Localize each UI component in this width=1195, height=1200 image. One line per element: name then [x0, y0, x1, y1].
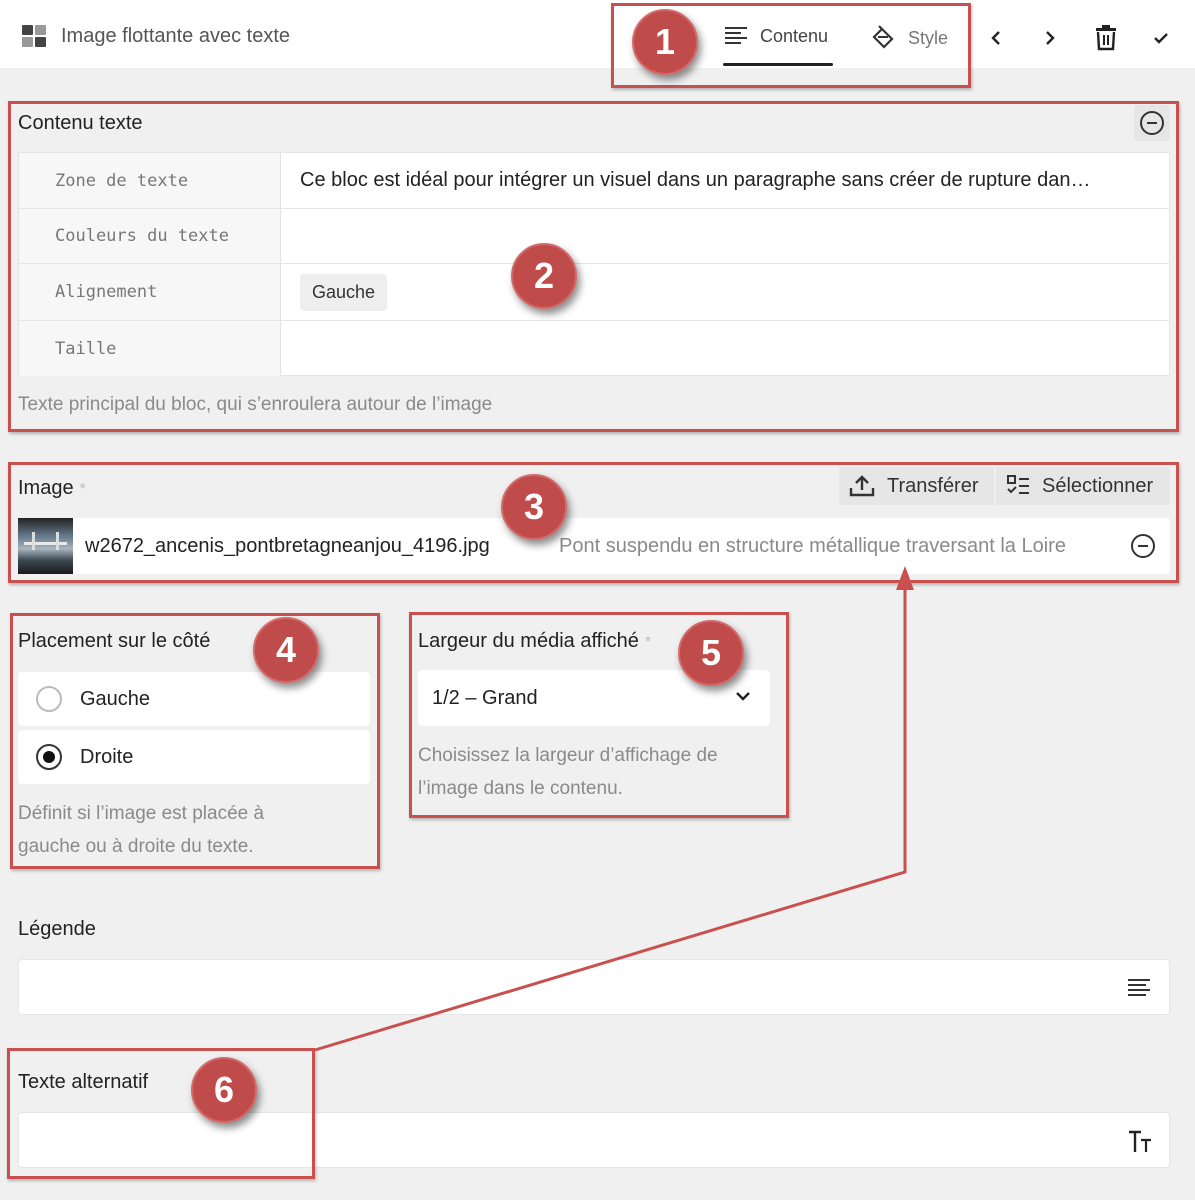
- row-key: Couleurs du texte: [19, 209, 281, 263]
- media-width-help: Choisissez la largeur d’affichage de l’i…: [418, 739, 718, 805]
- required-marker: *: [79, 481, 86, 498]
- paint-bucket-icon: [872, 25, 894, 49]
- table-row[interactable]: Zone de texte Ce bloc est idéal pour int…: [19, 153, 1169, 209]
- blocks-grid-icon: [22, 25, 48, 49]
- row-value[interactable]: [282, 321, 1169, 376]
- row-key: Zone de texte: [19, 153, 281, 208]
- text-format-icon[interactable]: [1127, 1129, 1153, 1155]
- align-left-icon[interactable]: [1127, 976, 1151, 1000]
- help-line: Choisissez la largeur d’affichage de: [418, 745, 718, 766]
- annotation-badge-2: 2: [511, 243, 577, 309]
- minus-circle-icon: [1140, 111, 1164, 135]
- annotation-badge-1: 1: [632, 9, 698, 75]
- table-row[interactable]: Couleurs du texte: [19, 209, 1169, 264]
- radio-option-gauche[interactable]: Gauche: [18, 672, 370, 726]
- media-width-label: Largeur du média affiché *: [418, 630, 651, 653]
- image-section-label: Image *: [18, 477, 86, 500]
- image-item[interactable]: w2672_ancenis_pontbretagneanjou_4196.jpg…: [18, 518, 1170, 574]
- row-value[interactable]: Ce bloc est idéal pour intégrer un visue…: [282, 153, 1169, 208]
- help-line: Définit si l’image est placée à: [18, 803, 265, 824]
- tab-contenu[interactable]: Contenu: [724, 25, 828, 47]
- block-toolbar: Image flottante avec texte Contenu Style: [0, 0, 1195, 68]
- radio-checked-icon[interactable]: [36, 744, 62, 770]
- image-label-text: Image: [18, 477, 74, 499]
- chevron-down-icon: [736, 692, 750, 701]
- upload-icon: [849, 475, 875, 497]
- annotation-badge-3: 3: [501, 474, 567, 540]
- tab-contenu-label: Contenu: [760, 25, 829, 46]
- chevron-right-icon: [1046, 31, 1055, 45]
- help-line: gauche ou à droite du texte.: [18, 836, 254, 857]
- check-icon: [1154, 33, 1168, 44]
- text-properties-table: Zone de texte Ce bloc est idéal pour int…: [18, 152, 1170, 376]
- required-marker: *: [644, 634, 652, 651]
- annotation-badge-5: 5: [678, 620, 744, 686]
- alt-text-label: Texte alternatif: [18, 1071, 149, 1093]
- delete-button[interactable]: [1090, 22, 1122, 54]
- select-media-label: Sélectionner: [1042, 474, 1154, 497]
- alt-text-field[interactable]: [18, 1112, 1170, 1168]
- alignment-pill[interactable]: Gauche: [300, 273, 388, 311]
- select-media-button[interactable]: Sélectionner: [996, 467, 1170, 505]
- tab-style-label: Style: [908, 27, 949, 48]
- media-width-label-text: Largeur du média affiché: [418, 630, 639, 652]
- upload-button[interactable]: Transférer: [839, 467, 994, 505]
- radio-unchecked-icon[interactable]: [36, 686, 62, 712]
- row-key: Alignement: [19, 264, 281, 320]
- previous-button[interactable]: [980, 22, 1012, 54]
- align-left-icon: [725, 27, 747, 44]
- minus-circle-icon: [1131, 534, 1155, 558]
- text-section-help: Texte principal du bloc, qui s’enroulera…: [18, 394, 493, 415]
- placement-help: Définit si l’image est placée à gauche o…: [18, 797, 264, 863]
- tab-style[interactable]: Style: [870, 25, 948, 51]
- help-line: l’image dans le contenu.: [418, 778, 623, 799]
- image-filename: w2672_ancenis_pontbretagneanjou_4196.jpg: [85, 535, 490, 557]
- table-row[interactable]: Taille: [19, 321, 1169, 376]
- chevron-left-icon: [991, 31, 1000, 45]
- upload-label: Transférer: [887, 474, 979, 497]
- annotation-badge-6: 6: [191, 1057, 257, 1123]
- active-tab-indicator: [723, 63, 833, 66]
- image-description: Pont suspendu en structure métallique tr…: [559, 535, 1066, 557]
- table-row[interactable]: Alignement Gauche: [19, 264, 1169, 321]
- remove-image-button[interactable]: [1131, 534, 1155, 558]
- annotation-badge-4: 4: [253, 617, 319, 683]
- row-key: Taille: [19, 321, 281, 376]
- placement-label: Placement sur le côté: [18, 630, 211, 652]
- image-thumbnail: [18, 518, 73, 574]
- caption-field[interactable]: [18, 959, 1170, 1015]
- radio-label: Gauche: [80, 687, 151, 710]
- checklist-icon: [1007, 475, 1029, 494]
- text-section-label: Contenu texte: [18, 112, 143, 134]
- row-value[interactable]: Gauche: [282, 264, 1169, 320]
- row-value[interactable]: [282, 209, 1169, 263]
- block-title: Image flottante avec texte: [61, 25, 291, 47]
- collapse-text-button[interactable]: [1134, 105, 1170, 141]
- radio-label: Droite: [80, 745, 134, 768]
- media-width-value: 1/2 – Grand: [432, 686, 538, 709]
- next-button[interactable]: [1034, 22, 1066, 54]
- radio-option-droite[interactable]: Droite: [18, 730, 370, 784]
- validate-button[interactable]: [1145, 22, 1177, 54]
- caption-label: Légende: [18, 918, 96, 940]
- trash-icon: [1096, 25, 1116, 51]
